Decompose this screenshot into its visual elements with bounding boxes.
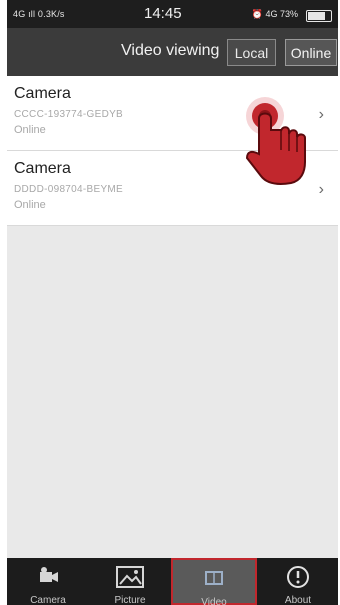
device-name: Camera — [14, 85, 71, 102]
page-title: Video viewing — [121, 42, 220, 59]
network-speed: 0.3K/s — [37, 9, 65, 19]
bottom-tab-bar: Camera Picture Video About — [7, 558, 338, 605]
info-icon — [287, 566, 309, 588]
status-bar: 4G ıll 0.3K/s 14:45 ⏰ 4G 73% — [7, 0, 338, 28]
tap-hand-icon — [245, 97, 306, 185]
online-button[interactable]: Online — [285, 39, 337, 66]
tab-picture[interactable]: Picture — [89, 558, 171, 605]
tab-video-label: Video — [201, 597, 227, 605]
chevron-right-icon: › — [318, 106, 324, 123]
device-status: Online — [14, 124, 46, 136]
status-time: 14:45 — [144, 5, 182, 22]
status-right: ⏰ 4G 73% — [252, 9, 298, 20]
tab-about-label: About — [284, 595, 312, 605]
battery-icon — [306, 10, 332, 22]
screenshot-frame: 4G ıll 0.3K/s 14:45 ⏰ 4G 73% Video viewi… — [0, 0, 340, 605]
tab-about[interactable]: About — [257, 558, 338, 605]
picture-icon — [116, 566, 144, 588]
network-type: 4G — [13, 9, 26, 19]
tab-camera-label: Camera — [30, 595, 66, 605]
tab-camera[interactable]: Camera — [7, 558, 89, 605]
local-button[interactable]: Local — [227, 39, 276, 66]
tab-picture-label: Picture — [114, 595, 146, 605]
device-id: CCCC-193774-GEDYB — [14, 109, 124, 120]
right-network: 4G — [265, 9, 278, 19]
battery-percent: 73% — [279, 9, 298, 19]
camera-icon — [40, 567, 58, 582]
phone-screen: 4G ıll 0.3K/s 14:45 ⏰ 4G 73% Video viewi… — [7, 0, 338, 605]
alarm-icon: ⏰ — [251, 9, 263, 19]
device-id: DDDD-098704-BEYME — [14, 184, 124, 195]
signal-icon: ıll — [28, 9, 36, 19]
device-status: Online — [14, 199, 46, 211]
tab-video[interactable]: Video — [171, 558, 257, 605]
chevron-right-icon: › — [318, 181, 324, 198]
video-icon — [205, 571, 223, 585]
device-name: Camera — [14, 160, 71, 177]
header-bar: Video viewing Local Online — [7, 28, 338, 76]
status-left: 4G ıll 0.3K/s — [13, 9, 65, 19]
